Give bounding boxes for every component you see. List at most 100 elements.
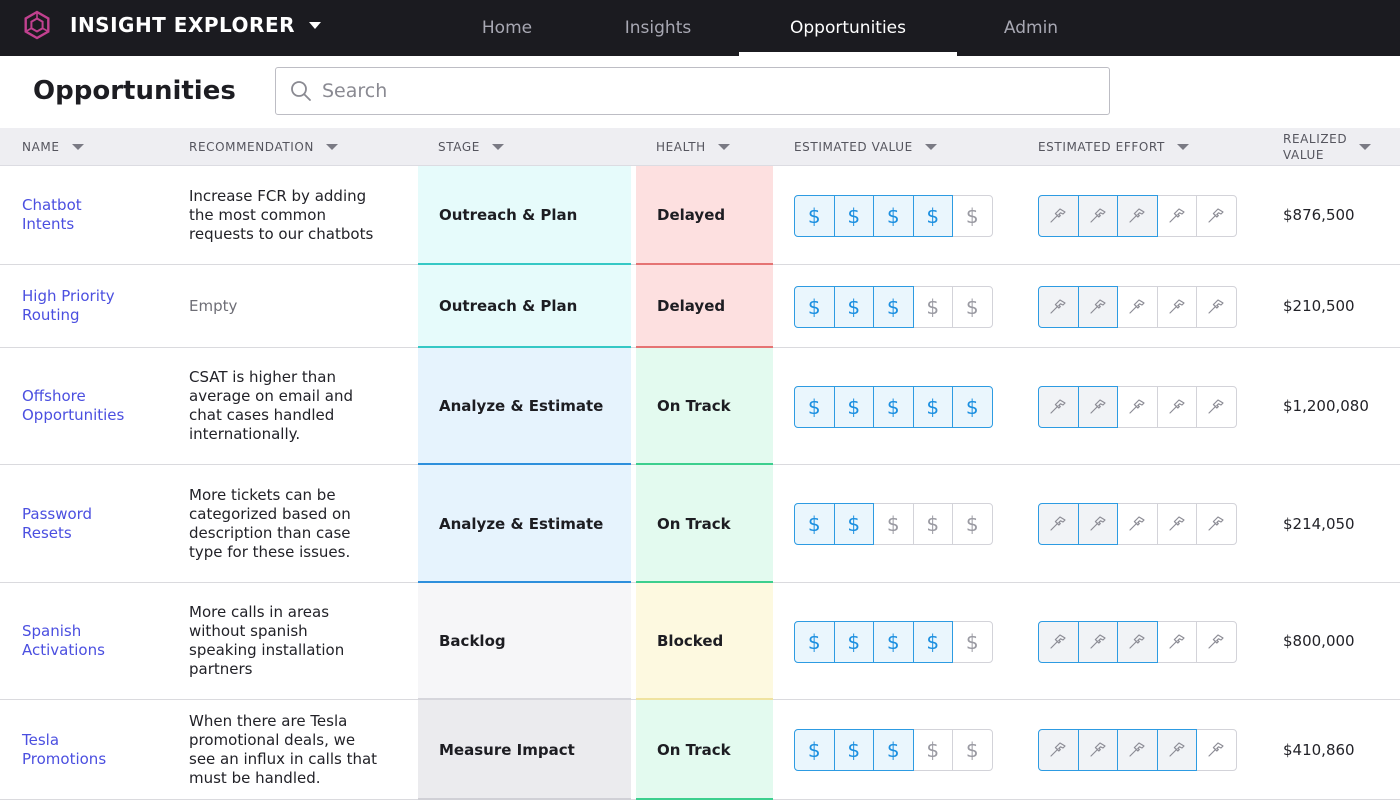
value-rating-segment[interactable]: $ <box>873 195 914 237</box>
value-rating-segment[interactable]: $ <box>794 621 835 663</box>
value-rating-segment[interactable]: $ <box>952 503 993 545</box>
estimated-effort-rating[interactable] <box>1038 729 1237 771</box>
column-header-recommendation[interactable]: RECOMMENDATION <box>189 128 339 166</box>
estimated-effort-rating[interactable] <box>1038 195 1237 237</box>
value-rating-segment[interactable]: $ <box>912 621 953 663</box>
opportunity-name-link[interactable]: Spanish Activations <box>22 583 172 699</box>
effort-rating-segment[interactable] <box>1156 195 1197 237</box>
health-cell[interactable]: Delayed <box>636 265 773 348</box>
value-rating-segment[interactable]: $ <box>952 195 993 237</box>
value-rating-segment[interactable]: $ <box>912 729 953 771</box>
effort-rating-segment[interactable] <box>1077 286 1118 328</box>
value-rating-segment[interactable]: $ <box>873 621 914 663</box>
value-rating-segment[interactable]: $ <box>873 286 914 328</box>
value-rating-segment[interactable]: $ <box>833 195 874 237</box>
value-rating-segment[interactable]: $ <box>794 729 835 771</box>
estimated-value-rating[interactable]: $ $ $ $ $ <box>794 621 993 663</box>
effort-rating-segment[interactable] <box>1117 621 1158 663</box>
value-rating-segment[interactable]: $ <box>952 386 993 428</box>
effort-rating-segment[interactable] <box>1077 386 1118 428</box>
health-cell[interactable]: On Track <box>636 700 773 800</box>
value-rating-segment[interactable]: $ <box>794 195 835 237</box>
health-cell[interactable]: On Track <box>636 348 773 465</box>
effort-rating-segment[interactable] <box>1038 286 1079 328</box>
value-rating-segment[interactable]: $ <box>912 386 953 428</box>
stage-cell[interactable]: Outreach & Plan <box>418 265 631 348</box>
effort-rating-segment[interactable] <box>1196 286 1237 328</box>
column-header-estimated-value[interactable]: ESTIMATED VALUE <box>794 128 937 166</box>
effort-rating-segment[interactable] <box>1077 729 1118 771</box>
value-rating-segment[interactable]: $ <box>952 729 993 771</box>
value-rating-segment[interactable]: $ <box>912 195 953 237</box>
effort-rating-segment[interactable] <box>1156 621 1197 663</box>
effort-rating-segment[interactable] <box>1038 729 1079 771</box>
effort-rating-segment[interactable] <box>1077 621 1118 663</box>
app-brand-menu[interactable]: INSIGHT EXPLORER <box>22 0 322 50</box>
opportunity-name-link[interactable]: Offshore Opportunities <box>22 348 172 464</box>
table-row[interactable]: Tesla Promotions When there are Tesla promo… <box>0 700 1400 800</box>
column-header-name[interactable]: NAME <box>22 128 84 166</box>
search-box[interactable] <box>275 67 1110 115</box>
nav-tab-admin[interactable]: Admin <box>985 0 1077 56</box>
effort-rating-segment[interactable] <box>1156 503 1197 545</box>
table-row[interactable]: Chatbot Intents Increase FCR by adding the … <box>0 166 1400 265</box>
estimated-value-rating[interactable]: $ $ $ $ $ <box>794 503 993 545</box>
table-row[interactable]: Password Resets More tickets can be categor… <box>0 465 1400 583</box>
effort-rating-segment[interactable] <box>1196 195 1237 237</box>
value-rating-segment[interactable]: $ <box>833 621 874 663</box>
effort-rating-segment[interactable] <box>1038 621 1079 663</box>
effort-rating-segment[interactable] <box>1196 729 1237 771</box>
value-rating-segment[interactable]: $ <box>912 503 953 545</box>
estimated-value-rating[interactable]: $ $ $ $ $ <box>794 286 993 328</box>
value-rating-segment[interactable]: $ <box>912 286 953 328</box>
estimated-value-rating[interactable]: $ $ $ $ $ <box>794 195 993 237</box>
value-rating-segment[interactable]: $ <box>794 386 835 428</box>
effort-rating-segment[interactable] <box>1117 503 1158 545</box>
effort-rating-segment[interactable] <box>1038 386 1079 428</box>
effort-rating-segment[interactable] <box>1077 195 1118 237</box>
effort-rating-segment[interactable] <box>1196 503 1237 545</box>
value-rating-segment[interactable]: $ <box>833 729 874 771</box>
effort-rating-segment[interactable] <box>1117 195 1158 237</box>
effort-rating-segment[interactable] <box>1117 386 1158 428</box>
effort-rating-segment[interactable] <box>1038 195 1079 237</box>
nav-tab-insights[interactable]: Insights <box>605 0 711 56</box>
table-row[interactable]: Offshore Opportunities CSAT is higher than… <box>0 348 1400 465</box>
table-row[interactable]: Spanish Activations More calls in areas wit… <box>0 583 1400 700</box>
value-rating-segment[interactable]: $ <box>794 503 835 545</box>
value-rating-segment[interactable]: $ <box>873 386 914 428</box>
estimated-effort-rating[interactable] <box>1038 286 1237 328</box>
estimated-effort-rating[interactable] <box>1038 503 1237 545</box>
opportunity-name-link[interactable]: High Priority Routing <box>22 265 172 347</box>
nav-tab-home[interactable]: Home <box>458 0 556 56</box>
opportunity-name-link[interactable]: Tesla Promotions <box>22 700 172 799</box>
column-header-health[interactable]: HEALTH <box>656 128 730 166</box>
health-cell[interactable]: On Track <box>636 465 773 583</box>
value-rating-segment[interactable]: $ <box>952 621 993 663</box>
search-input[interactable] <box>322 80 1082 102</box>
column-header-realized-value[interactable]: REALIZED VALUE <box>1283 128 1372 166</box>
effort-rating-segment[interactable] <box>1196 386 1237 428</box>
opportunity-name-link[interactable]: Password Resets <box>22 465 172 582</box>
effort-rating-segment[interactable] <box>1077 503 1118 545</box>
value-rating-segment[interactable]: $ <box>873 729 914 771</box>
health-cell[interactable]: Blocked <box>636 583 773 700</box>
effort-rating-segment[interactable] <box>1117 729 1158 771</box>
effort-rating-segment[interactable] <box>1156 286 1197 328</box>
effort-rating-segment[interactable] <box>1117 286 1158 328</box>
effort-rating-segment[interactable] <box>1156 386 1197 428</box>
value-rating-segment[interactable]: $ <box>794 286 835 328</box>
value-rating-segment[interactable]: $ <box>833 286 874 328</box>
estimated-effort-rating[interactable] <box>1038 386 1237 428</box>
value-rating-segment[interactable]: $ <box>952 286 993 328</box>
estimated-value-rating[interactable]: $ $ $ $ $ <box>794 729 993 771</box>
value-rating-segment[interactable]: $ <box>833 386 874 428</box>
stage-cell[interactable]: Measure Impact <box>418 700 631 800</box>
health-cell[interactable]: Delayed <box>636 166 773 265</box>
table-row[interactable]: High Priority Routing Empty Outreach & Plan… <box>0 265 1400 348</box>
stage-cell[interactable]: Backlog <box>418 583 631 700</box>
effort-rating-segment[interactable] <box>1196 621 1237 663</box>
estimated-effort-rating[interactable] <box>1038 621 1237 663</box>
stage-cell[interactable]: Analyze & Estimate <box>418 348 631 465</box>
stage-cell[interactable]: Outreach & Plan <box>418 166 631 265</box>
